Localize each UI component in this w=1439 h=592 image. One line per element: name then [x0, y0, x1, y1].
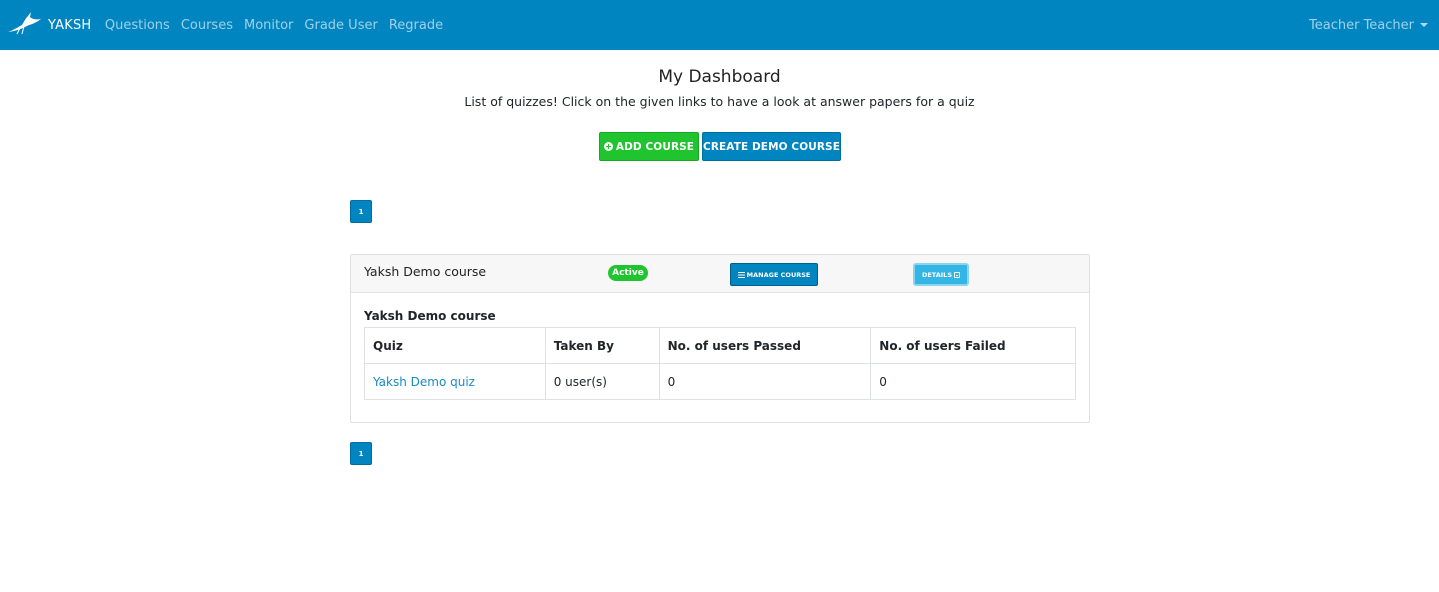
- details-label: DETAILS: [921, 270, 953, 279]
- nav-link-monitor[interactable]: Monitor: [238, 18, 298, 33]
- pagination-top-page-1[interactable]: 1: [350, 200, 372, 223]
- column-header-passed: No. of users Passed: [658, 327, 872, 364]
- pagination-bottom-page-1[interactable]: 1: [350, 442, 372, 465]
- brand-name: YAKSH: [48, 17, 92, 33]
- column-header-taken-by: Taken By: [544, 327, 660, 364]
- add-course-button[interactable]: ADD COURSE: [599, 132, 699, 161]
- details-toggle-button[interactable]: DETAILS: [913, 263, 969, 286]
- nav-link-regrade[interactable]: Regrade: [383, 18, 448, 33]
- column-header-quiz: Quiz: [364, 327, 546, 364]
- manage-course-label: MANAGE COURSE: [746, 270, 811, 279]
- nav-link-grade-user[interactable]: Grade User: [299, 18, 383, 33]
- course-card: Yaksh Demo course Active MANAGE COURSE D…: [350, 254, 1090, 423]
- crane-logo-icon: [6, 10, 44, 40]
- nav-link-courses[interactable]: Courses: [175, 18, 238, 33]
- create-demo-course-button[interactable]: CREATE DEMO COURSE: [702, 132, 841, 161]
- page-title: My Dashboard: [658, 67, 781, 87]
- status-badge: Active: [608, 265, 648, 281]
- add-course-label: ADD COURSE: [615, 140, 695, 153]
- course-name: Yaksh Demo course: [364, 264, 487, 279]
- page-subtitle: List of quizzes! Click on the given link…: [464, 94, 975, 109]
- brand[interactable]: YAKSH: [6, 0, 91, 50]
- user-menu[interactable]: Teacher Teacher: [1309, 0, 1428, 50]
- create-demo-course-label: CREATE DEMO COURSE: [703, 140, 840, 153]
- nav-link-questions[interactable]: Questions: [99, 18, 175, 33]
- top-navbar: YAKSH Questions Courses Monitor Grade Us…: [0, 0, 1439, 50]
- collapse-minus-icon: [954, 271, 961, 278]
- table-row: Yaksh Demo quiz 0 user(s) 0 0: [364, 363, 1076, 400]
- list-icon: [737, 271, 745, 278]
- plus-circle-icon: [603, 142, 613, 151]
- cell-failed: 0: [870, 363, 1076, 400]
- cell-passed: 0: [658, 363, 872, 400]
- column-header-failed: No. of users Failed: [870, 327, 1076, 364]
- quiz-link[interactable]: Yaksh Demo quiz: [373, 375, 475, 389]
- course-section-title: Yaksh Demo course: [364, 309, 496, 323]
- nav-links: Questions Courses Monitor Grade User Reg…: [99, 18, 448, 33]
- quiz-table: Quiz Taken By No. of users Passed No. of…: [364, 327, 1076, 400]
- caret-down-icon: [1420, 23, 1428, 27]
- cell-taken-by: 0 user(s): [544, 363, 660, 400]
- course-card-header: Yaksh Demo course Active MANAGE COURSE D…: [351, 255, 1089, 293]
- cell-quiz: Yaksh Demo quiz: [364, 363, 546, 400]
- manage-course-button[interactable]: MANAGE COURSE: [730, 263, 818, 286]
- table-header-row: Quiz Taken By No. of users Passed No. of…: [364, 327, 1076, 364]
- user-name: Teacher Teacher: [1309, 17, 1414, 33]
